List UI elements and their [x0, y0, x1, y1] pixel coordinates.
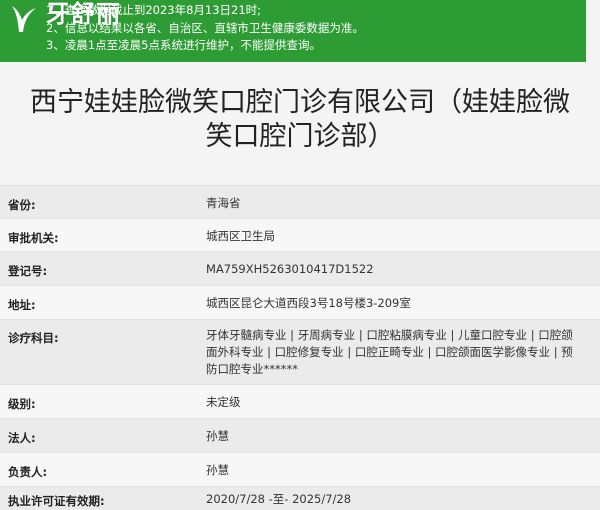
field-value: 未定级: [206, 395, 241, 409]
field-label: 执业许可证有效期:: [8, 494, 105, 508]
table-row-province: 省份: 青海省: [0, 185, 600, 219]
field-label: 诊疗科目:: [8, 331, 59, 345]
field-value: 青海省: [206, 196, 241, 210]
field-label: 级别:: [8, 397, 36, 411]
table-row-registration-number: 登记号: MA759XH5263010417D1522: [0, 251, 600, 286]
logo-mark-icon: [12, 6, 36, 32]
page-title-line-2: 笑口腔门诊部）: [205, 121, 395, 152]
table-row-approval-authority: 审批机关: 城西区卫生局: [0, 218, 600, 252]
field-label: 负责人:: [8, 465, 48, 479]
page-title-line-1: 西宁娃娃脸微笑口腔门诊有限公司（娃娃脸微: [30, 87, 570, 118]
subjects-line-1: 牙体牙髓病专业 | 牙周病专业 | 口腔粘膜病专业 | 儿童口腔专业 | 口腔颌: [206, 328, 573, 342]
field-value: 孙慧: [206, 429, 229, 443]
subjects-line-2: 面外科专业 | 口腔修复专业 | 口腔正畸专业 | 口腔颌面医学影像专业 | 预: [206, 345, 573, 359]
field-label: 省份:: [8, 198, 36, 212]
page-title: 西宁娃娃脸微笑口腔门诊有限公司（娃娃脸微 笑口腔门诊部）: [0, 86, 600, 154]
notice-banner: 牙舒丽 1、查询数据截止到2023年8月13日21时; 2、信息以结果以各省、自…: [0, 0, 586, 62]
table-row-treatment-subjects: 诊疗科目: 牙体牙髓病专业 | 牙周病专业 | 口腔粘膜病专业 | 儿童口腔专业…: [0, 319, 600, 385]
notice-line-2: 2、信息以结果以各省、自治区、直辖市卫生健康委数据为准。: [46, 21, 364, 35]
field-value: 2020/7/28 -至- 2025/7/28: [206, 492, 352, 506]
field-label: 地址:: [8, 298, 36, 312]
field-value: 牙体牙髓病专业 | 牙周病专业 | 口腔粘膜病专业 | 儿童口腔专业 | 口腔颌…: [206, 327, 594, 378]
field-label: 审批机关:: [8, 231, 59, 245]
table-row-legal-person: 法人: 孙慧: [0, 418, 600, 453]
field-label: 登记号:: [8, 264, 48, 278]
table-row-license-validity: 执业许可证有效期: 2020/7/28 -至- 2025/7/28: [0, 486, 600, 510]
field-label: 法人:: [8, 431, 36, 445]
field-value: 城西区昆仑大道西段3号18号楼3-209室: [206, 296, 411, 310]
table-row-level: 级别: 未定级: [0, 384, 600, 419]
notice-line-3: 3、凌晨1点至凌晨5点系统进行维护，不能提供查询。: [46, 38, 321, 52]
subjects-line-3: 防口腔专业******: [206, 362, 298, 376]
field-value: MA759XH5263010417D1522: [206, 262, 374, 276]
table-row-address: 地址: 城西区昆仑大道西段3号18号楼3-209室: [0, 285, 600, 320]
table-row-person-in-charge: 负责人: 孙慧: [0, 452, 600, 487]
notice-line-1: 1、查询数据截止到2023年8月13日21时;: [46, 3, 262, 17]
field-value: 城西区卫生局: [206, 229, 275, 243]
field-value: 孙慧: [206, 463, 229, 477]
